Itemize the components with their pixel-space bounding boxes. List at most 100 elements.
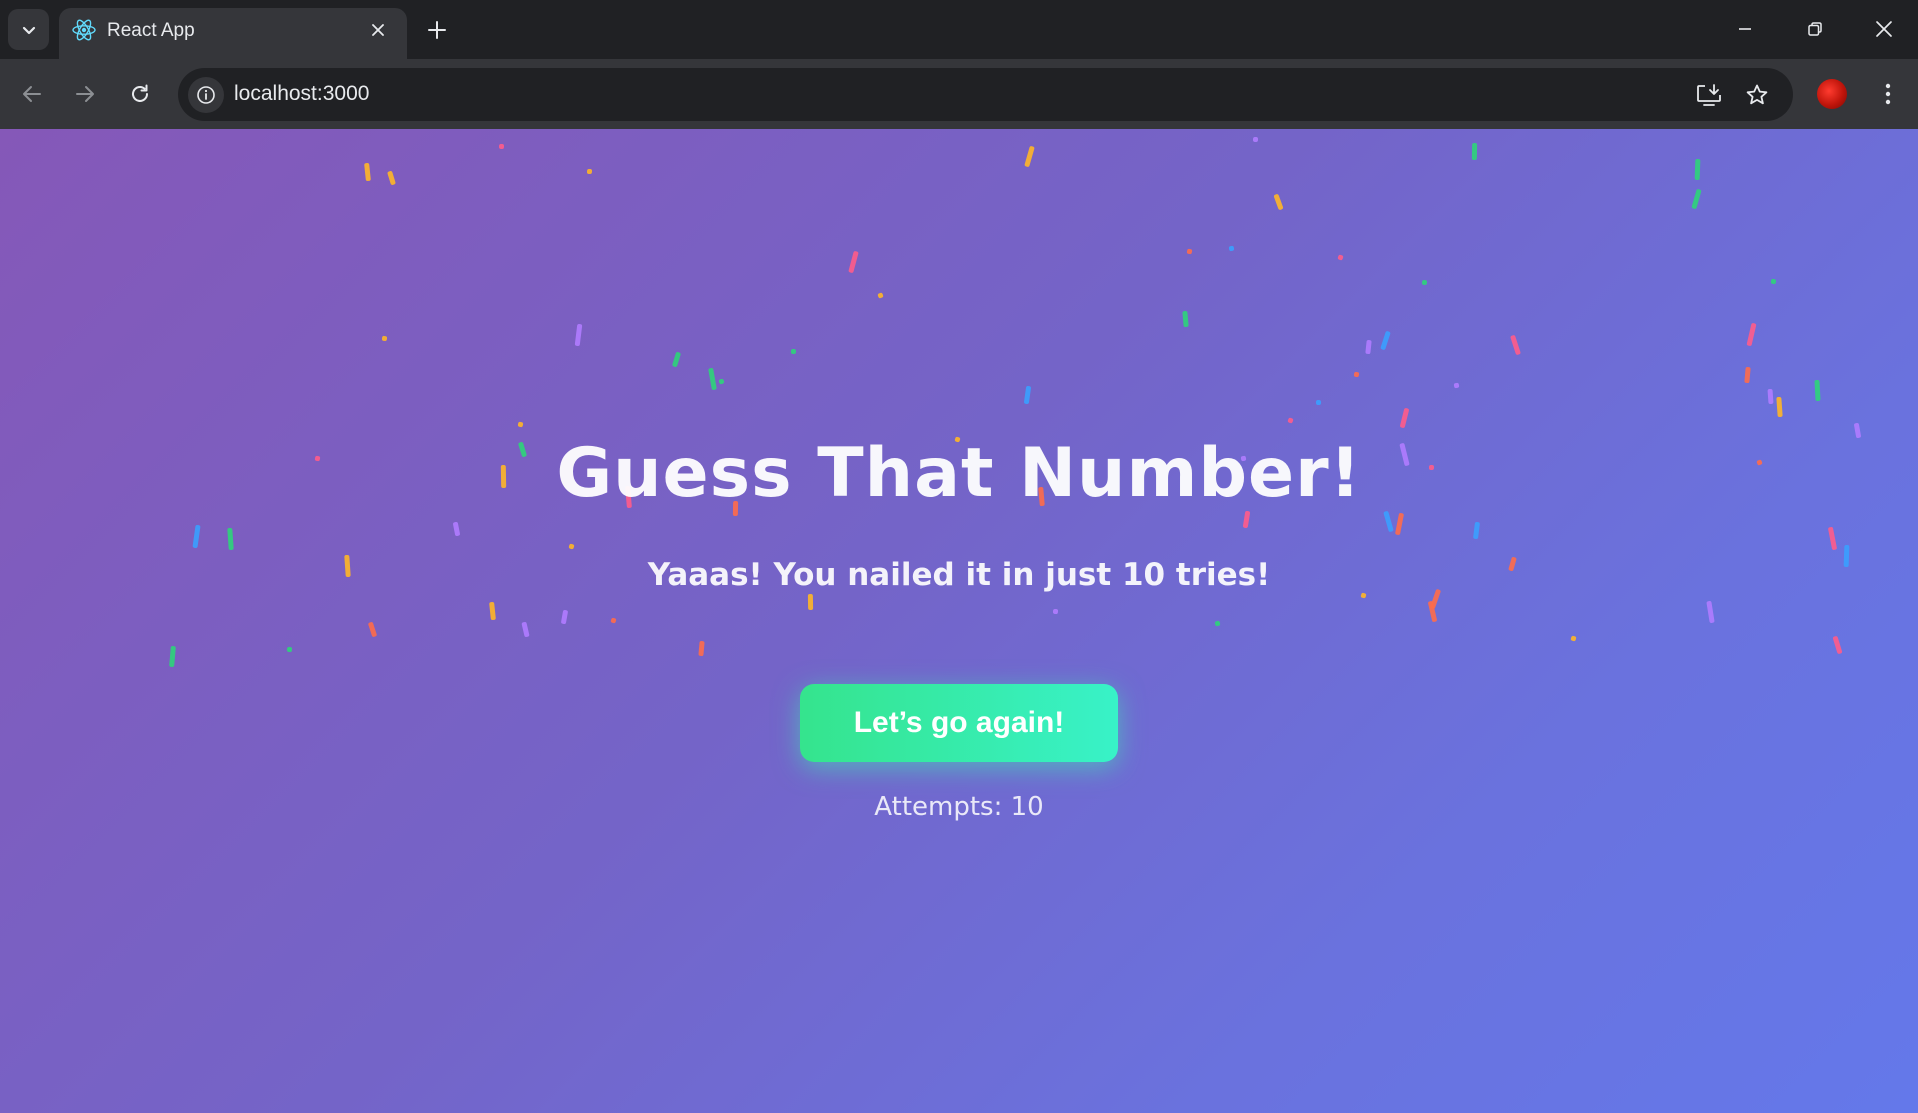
confetti-piece	[1252, 137, 1258, 143]
confetti-piece	[1509, 335, 1521, 356]
forward-button[interactable]	[67, 76, 103, 112]
confetti-piece	[1186, 248, 1193, 255]
confetti-piece	[498, 144, 505, 150]
confetti-piece	[1691, 188, 1702, 210]
tab-title: React App	[107, 20, 195, 41]
new-tab-button[interactable]	[420, 13, 454, 47]
browser-menu-button[interactable]	[1870, 76, 1906, 112]
page-title: Guess That Number!	[556, 434, 1362, 513]
confetti-piece	[488, 601, 496, 620]
confetti-piece	[363, 163, 371, 182]
plus-icon	[428, 21, 446, 39]
confetti-piece	[808, 593, 814, 611]
bookmark-button[interactable]	[1740, 78, 1774, 112]
page-viewport: Guess That Number! Yaaas! You nailed it …	[0, 129, 1918, 1113]
confetti-piece	[1453, 383, 1460, 389]
confetti-piece	[1228, 245, 1235, 252]
kebab-menu-icon	[1885, 83, 1891, 105]
site-info-icon	[197, 86, 215, 104]
attempts-counter: Attempts: 10	[874, 792, 1044, 822]
close-icon	[372, 24, 384, 36]
confetti-piece	[1570, 635, 1578, 642]
window-close-icon	[1876, 21, 1892, 37]
site-info-button[interactable]	[188, 77, 224, 113]
confetti-piece	[1394, 512, 1404, 536]
confetti-piece	[1287, 417, 1294, 424]
restore-icon	[1808, 22, 1822, 36]
confetti-piece	[521, 621, 530, 637]
confetti-piece	[561, 609, 569, 624]
confetti-piece	[368, 621, 378, 638]
confetti-piece	[1337, 254, 1344, 262]
tab-search-button[interactable]	[8, 9, 49, 50]
minimize-button[interactable]	[1722, 8, 1768, 50]
confetti-piece	[1694, 159, 1701, 181]
install-app-button[interactable]	[1692, 78, 1726, 112]
play-again-button[interactable]: Let’s go again!	[800, 684, 1118, 762]
confetti-piece	[452, 521, 461, 537]
browser-toolbar: localhost:3000	[0, 59, 1918, 129]
confetti-piece	[586, 168, 593, 174]
confetti-piece	[1471, 142, 1477, 160]
confetti-piece	[1364, 340, 1372, 355]
confetti-piece	[1360, 592, 1367, 599]
minimize-icon	[1739, 28, 1751, 30]
back-button[interactable]	[14, 76, 50, 112]
react-logo-icon	[72, 19, 96, 41]
confetti-piece	[1814, 379, 1821, 401]
browser-tab-strip: React App	[0, 0, 1918, 59]
confetti-piece	[387, 170, 397, 186]
confetti-piece	[227, 528, 234, 551]
confetti-piece	[1182, 311, 1189, 328]
confetti-piece	[1744, 366, 1752, 384]
confetti-piece	[286, 646, 293, 653]
confetti-piece	[381, 335, 388, 341]
confetti-piece	[718, 378, 725, 385]
forward-arrow-icon	[76, 86, 94, 102]
confetti-piece	[1472, 521, 1480, 539]
window-close-button[interactable]	[1861, 8, 1907, 50]
confetti-piece	[707, 367, 717, 391]
confetti-piece	[1273, 193, 1284, 211]
install-app-icon	[1697, 84, 1721, 106]
confetti-piece	[1023, 386, 1031, 405]
restore-button[interactable]	[1792, 8, 1838, 50]
confetti-piece	[1023, 145, 1035, 168]
confetti-piece	[671, 351, 681, 368]
confetti-piece	[1776, 396, 1783, 417]
confetti-piece	[1353, 371, 1360, 378]
reload-icon	[132, 84, 148, 102]
reload-button[interactable]	[122, 76, 158, 112]
confetti-piece	[1242, 510, 1251, 529]
url-text: localhost:3000	[234, 82, 370, 105]
bookmark-star-icon	[1746, 84, 1768, 105]
confetti-piece	[568, 543, 575, 550]
confetti-piece	[1832, 635, 1843, 655]
browser-tab[interactable]: React App	[59, 8, 407, 59]
confetti-piece	[791, 349, 797, 355]
confetti-piece	[1379, 330, 1391, 351]
confetti-piece	[192, 524, 201, 549]
profile-avatar[interactable]	[1817, 79, 1847, 109]
back-arrow-icon	[23, 86, 41, 102]
confetti-piece	[848, 250, 859, 274]
success-message: Yaaas! You nailed it in just 10 tries!	[647, 557, 1271, 593]
confetti-piece	[1706, 600, 1715, 624]
confetti-piece	[876, 291, 884, 299]
confetti-piece	[1827, 526, 1837, 551]
confetti-piece	[1770, 279, 1776, 285]
confetti-piece	[1399, 407, 1410, 428]
tab-close-button[interactable]	[367, 19, 389, 41]
confetti-piece	[697, 641, 705, 657]
confetti-piece	[1316, 400, 1322, 406]
confetti-piece	[517, 422, 524, 428]
confetti-piece	[1767, 389, 1774, 405]
confetti-piece	[610, 617, 617, 624]
confetti-piece	[1052, 608, 1059, 615]
confetti-piece	[169, 645, 177, 667]
address-bar[interactable]: localhost:3000	[178, 68, 1793, 121]
confetti-piece	[1383, 510, 1395, 532]
confetti-piece	[1422, 280, 1428, 286]
confetti-piece	[1214, 620, 1221, 627]
confetti-piece	[574, 323, 583, 346]
